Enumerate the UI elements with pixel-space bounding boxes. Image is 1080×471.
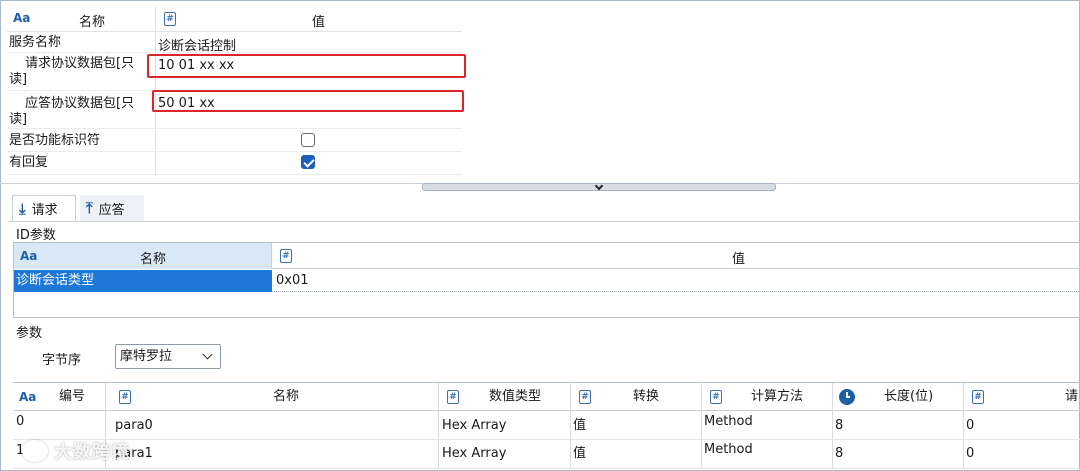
byte-order-value: 摩特罗拉 (120, 349, 173, 364)
id-params-grid: Aa 名称 # 值 诊断会话类型 0x01 (13, 242, 1080, 318)
name-column-header: 名称 (140, 252, 167, 267)
splitter-handle[interactable] (422, 181, 776, 191)
tab-request[interactable]: ⤓ 请求 (12, 195, 76, 221)
highlight-request-box (147, 54, 466, 78)
truncated-column-header[interactable]: 请 (1065, 383, 1078, 411)
param-convert[interactable]: 值 (573, 414, 586, 433)
text-type-icon: Aa (19, 390, 37, 404)
name-column-header[interactable]: 名称 (79, 11, 105, 30)
param-number: 0 (16, 414, 25, 429)
param-extra[interactable]: 0 (966, 446, 974, 461)
param-calc-method[interactable]: Method (704, 414, 753, 429)
property-row-functional-id[interactable]: 是否功能标识符 (7, 129, 462, 152)
property-name: 是否功能标识符 (9, 133, 101, 148)
tab-label: 应答 (98, 202, 125, 218)
property-name-line2: 读] (9, 112, 28, 127)
params-table: Aa 编号 # 名称 # 数值类型 # 转换 # 计算方法 长度(位) # 请 … (13, 382, 1080, 471)
watermark-text: 大数跨境 (54, 442, 130, 463)
tab-strip-line (8, 221, 1080, 222)
param-length[interactable]: 8 (835, 446, 843, 461)
id-params-header: Aa 名称 # 值 (14, 243, 1080, 269)
param-data-type[interactable]: Hex Array (442, 446, 506, 461)
text-type-icon: Aa (13, 11, 31, 25)
number-column-header[interactable]: 编号 (59, 383, 85, 411)
functional-id-checkbox[interactable] (301, 133, 315, 147)
property-value[interactable]: 诊断会话控制 (158, 35, 236, 54)
param-data-type[interactable]: Hex Array (442, 418, 506, 433)
param-name[interactable]: para0 (115, 418, 153, 433)
property-row-has-response[interactable]: 有回复 (7, 152, 462, 175)
property-name-line1: 请求协议数据包[只 (25, 56, 135, 71)
text-type-icon: Aa (20, 249, 38, 263)
id-param-row[interactable]: 诊断会话类型 0x01 (14, 270, 1080, 292)
upload-arrow-icon: ⤒ (86, 199, 93, 217)
params-table-header: Aa 编号 # 名称 # 数值类型 # 转换 # 计算方法 长度(位) # 请 (13, 383, 1080, 411)
number-type-icon: # (710, 390, 722, 404)
param-calc-method[interactable]: Method (704, 442, 753, 457)
highlight-response-box (152, 90, 464, 112)
tab-response[interactable]: ⤒ 应答 (80, 195, 144, 221)
tab-label: 请求 (31, 203, 58, 218)
table-row[interactable]: 0 para0 Hex Array 值 Method 8 0 (13, 411, 1080, 440)
watermark-logo-icon (22, 440, 48, 462)
has-response-checkbox[interactable] (301, 155, 315, 169)
param-convert[interactable]: 值 (573, 442, 586, 461)
clock-icon (839, 389, 855, 405)
property-row-service-name[interactable]: 服务名称 诊断会话控制 (7, 33, 462, 54)
param-length[interactable]: 8 (835, 418, 843, 433)
download-arrow-icon: ⤓ (19, 199, 26, 218)
property-name-line1: 应答协议数据包[只 (25, 96, 135, 111)
value-column-header[interactable]: 值 (732, 248, 745, 267)
property-grid-header: Aa 名称 # 值 (7, 6, 462, 32)
property-name: 服务名称 (9, 35, 62, 50)
id-param-value[interactable]: 0x01 (276, 273, 309, 288)
param-extra[interactable]: 0 (966, 418, 974, 433)
value-column-header[interactable]: 值 (312, 11, 325, 30)
id-param-name[interactable]: 诊断会话类型 (14, 270, 272, 292)
name-header-cell[interactable]: Aa 名称 (14, 243, 272, 269)
params-group-title: 参数 (16, 322, 45, 341)
data-type-column-header[interactable]: 数值类型 (489, 383, 541, 411)
id-params-group-title: ID参数 (16, 224, 58, 243)
table-row[interactable]: 1 para1 Hex Array 值 Method 8 0 (13, 440, 1080, 469)
property-name: 有回复 (9, 155, 49, 170)
name-column-header[interactable]: 名称 (273, 383, 299, 411)
length-column-header[interactable]: 长度(位) (884, 383, 933, 411)
number-type-icon: # (280, 249, 292, 263)
number-type-icon: # (164, 12, 176, 26)
number-type-icon: # (119, 390, 131, 404)
calc-method-column-header[interactable]: 计算方法 (751, 383, 803, 411)
convert-column-header[interactable]: 转换 (633, 383, 659, 411)
byte-order-label: 字节序 (42, 353, 82, 368)
property-name-line2: 读] (9, 72, 28, 87)
number-type-icon: # (579, 390, 591, 404)
number-type-icon: # (972, 390, 984, 404)
chevron-down-icon (202, 349, 213, 360)
number-type-icon: # (447, 390, 459, 404)
byte-order-select[interactable]: 摩特罗拉 (115, 344, 221, 369)
chevron-down-icon (594, 181, 604, 191)
